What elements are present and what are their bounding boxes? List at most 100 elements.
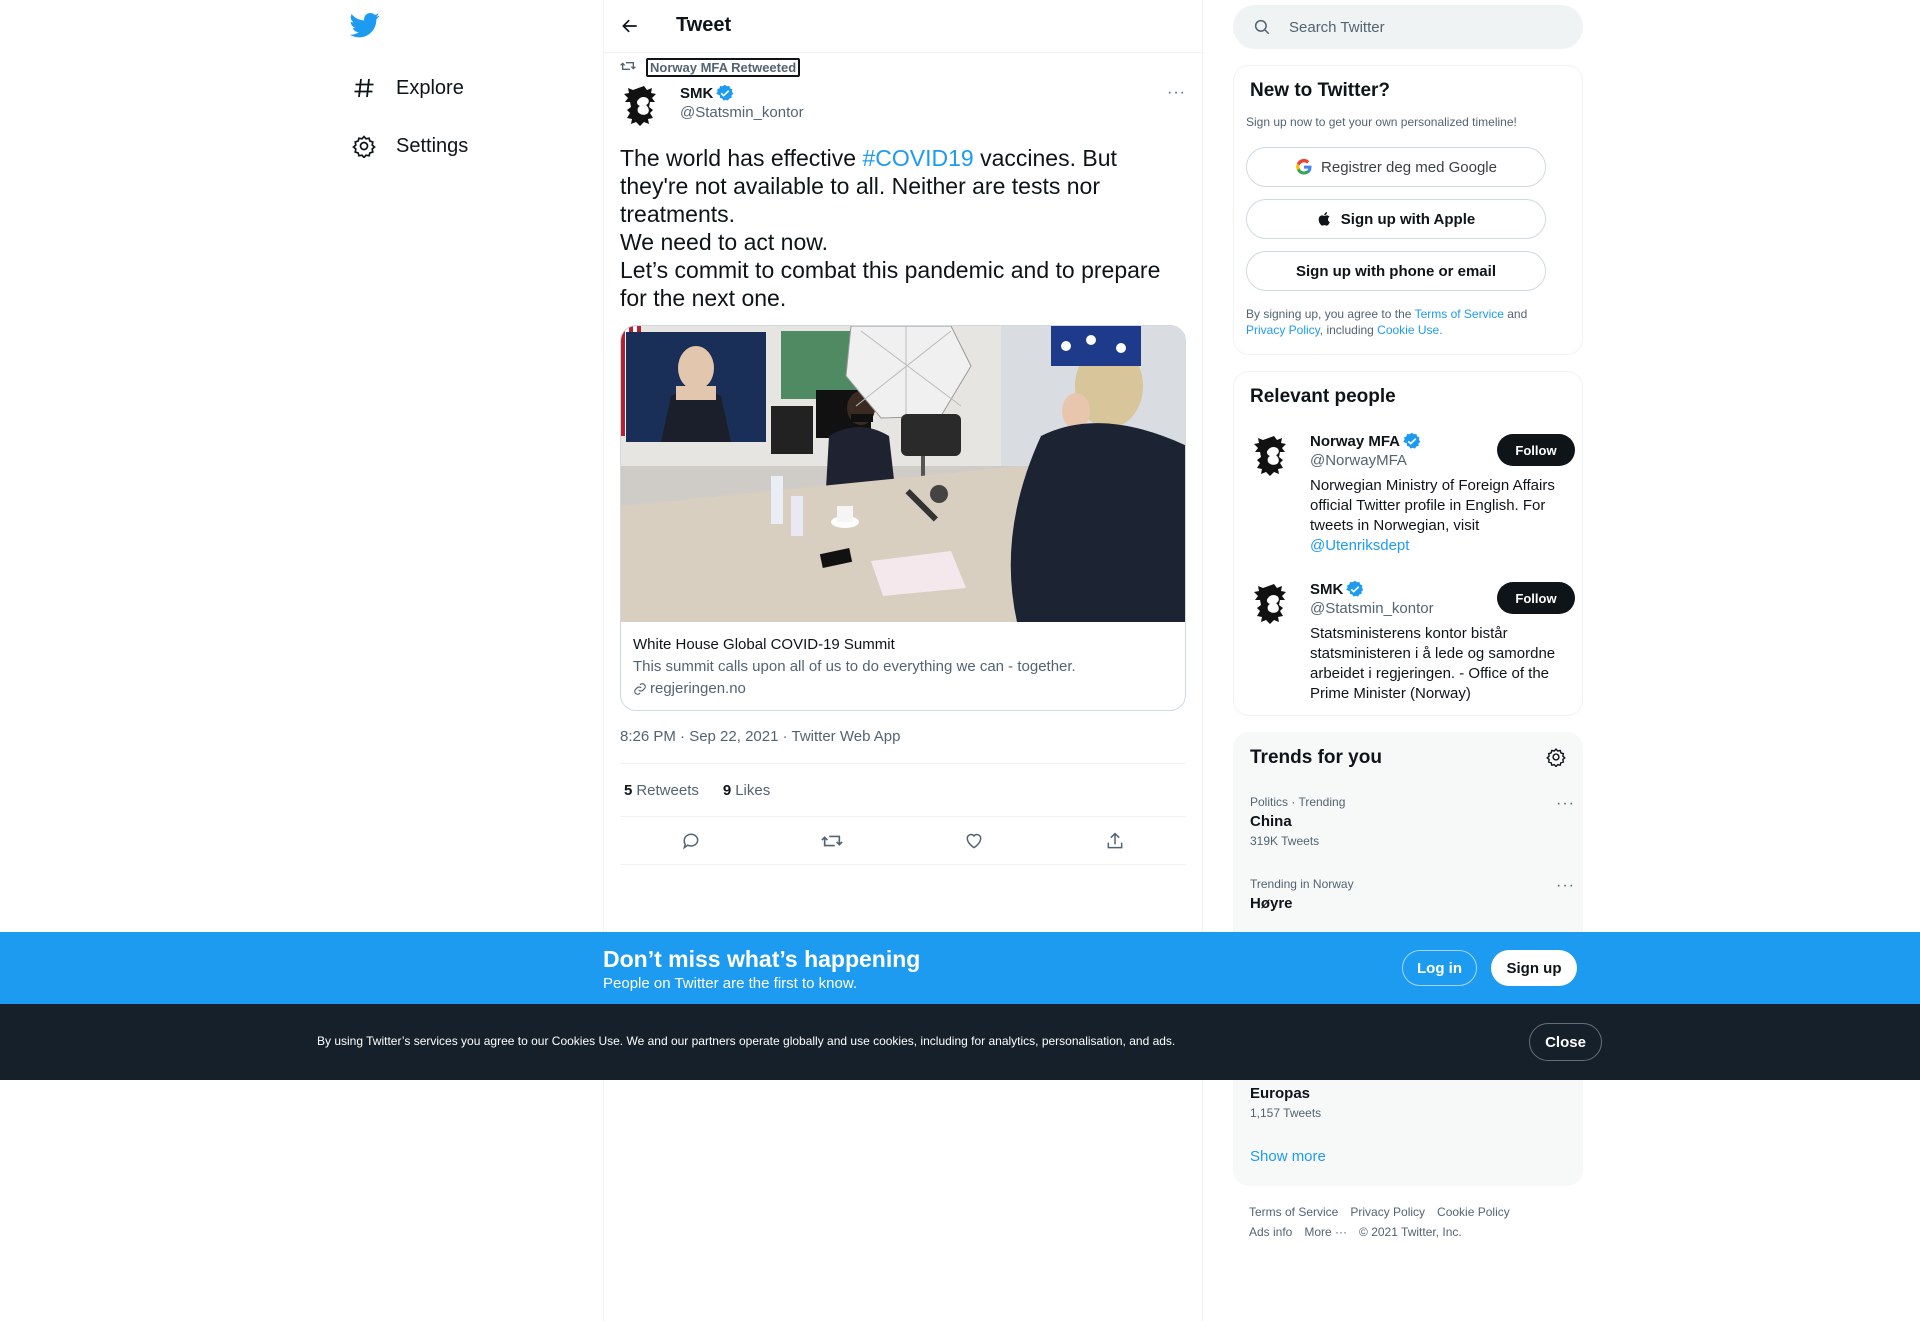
login-button[interactable]: Log in (1402, 950, 1477, 986)
phone-email-signup-button[interactable]: Sign up with phone or email (1246, 251, 1546, 291)
person-name-text: Norway MFA (1310, 432, 1401, 450)
follow-button[interactable]: Follow (1497, 582, 1575, 614)
terms-of-service-link[interactable]: Terms of Service (1415, 307, 1504, 321)
back-arrow-icon[interactable] (616, 12, 644, 40)
copyright-text: © 2021 Twitter, Inc. (1359, 1225, 1462, 1239)
footer-link[interactable]: Ads info (1249, 1222, 1292, 1242)
signup-prompt-subtitle: People on Twitter are the first to know. (603, 975, 858, 992)
signup-prompt-bar: Don’t miss what’s happening People on Tw… (0, 932, 1920, 1004)
privacy-policy-link[interactable]: Privacy Policy (1246, 323, 1320, 337)
signup-button[interactable]: Sign up (1491, 950, 1577, 986)
twitter-bird-icon[interactable] (349, 10, 382, 42)
hashtag-icon (350, 74, 378, 102)
apple-signup-button[interactable]: Sign up with Apple (1246, 199, 1546, 239)
card-domain-text: regjeringen.no (650, 680, 746, 697)
retweets-stat[interactable]: 5 Retweets (624, 782, 699, 799)
page-title: Tweet (676, 14, 732, 36)
tweet-text-line: We need to act now. (620, 229, 828, 255)
person-name[interactable]: SMK (1310, 580, 1364, 598)
footer-link[interactable]: Privacy Policy (1350, 1202, 1425, 1222)
nav-item-explore[interactable]: Explore (350, 68, 464, 108)
apple-signup-label: Sign up with Apple (1340, 210, 1476, 228)
tweet-text-line: Let’s commit to combat this pandemic and… (620, 257, 1161, 311)
author-handle[interactable]: @Statsmin_kontor (680, 104, 804, 121)
likes-stat[interactable]: 9 Likes (723, 782, 770, 799)
like-heart-icon[interactable] (957, 824, 991, 858)
panel-title: Relevant people (1250, 386, 1396, 407)
legal-text: , including (1319, 323, 1378, 337)
trend-item[interactable]: Politics · Trending China 319K Tweets ··… (1250, 795, 1575, 848)
trend-item[interactable]: Trending in Norway Høyre ··· (1250, 877, 1575, 912)
retweeted-by-link[interactable]: Norway MFA Retweeted (646, 58, 801, 77)
share-icon[interactable] (1098, 824, 1132, 858)
bio-mention-link[interactable]: @Utenriksdept (1310, 537, 1409, 554)
retweet-context: Norway MFA Retweeted (620, 58, 801, 77)
reply-icon[interactable] (674, 824, 708, 858)
show-more-link[interactable]: Show more (1250, 1148, 1326, 1165)
card-domain: regjeringen.no (633, 680, 746, 697)
cookie-text: By using Twitter’s services you agree to… (317, 1034, 1176, 1048)
relevant-people-panel: Relevant people Norway MFA @NorwayMFA No… (1233, 371, 1583, 716)
trend-name: Europas (1250, 1085, 1311, 1102)
nav-item-label: Settings (396, 134, 469, 157)
google-logo-icon (1295, 158, 1313, 176)
trend-item[interactable]: Europas 1,157 Tweets (1250, 1081, 1575, 1120)
norway-lion-icon (1254, 584, 1286, 624)
follow-button[interactable]: Follow (1497, 434, 1575, 466)
more-options-icon[interactable]: ··· (1556, 795, 1575, 813)
person-card[interactable]: SMK @Statsmin_kontor Statsministerens ko… (1250, 580, 1575, 710)
footer-link[interactable]: Terms of Service (1249, 1202, 1338, 1222)
trend-context: Trending in Norway (1250, 877, 1354, 891)
verified-badge-icon (1403, 432, 1421, 450)
nav-item-label: Explore (396, 76, 464, 99)
more-options-icon[interactable]: ··· (1556, 877, 1575, 895)
person-name[interactable]: Norway MFA (1310, 432, 1421, 450)
retweet-icon[interactable] (815, 824, 849, 858)
cookie-use-link[interactable]: Cookie Use. (1377, 323, 1442, 337)
new-to-twitter-panel: New to Twitter? Sign up now to get your … (1233, 65, 1583, 355)
tweet-text-part: The world has effective (620, 145, 863, 171)
link-icon (633, 682, 647, 696)
close-button[interactable]: Close (1529, 1023, 1602, 1061)
panel-title: New to Twitter? (1250, 80, 1391, 101)
trend-name: China (1250, 813, 1292, 830)
author-name[interactable]: SMK (680, 84, 734, 102)
apple-logo-icon (1317, 210, 1333, 228)
retweets-label: Retweets (636, 781, 699, 799)
avatar[interactable] (1250, 580, 1298, 628)
nav-item-settings[interactable]: Settings (350, 126, 468, 166)
search-bar[interactable] (1233, 5, 1583, 49)
norway-lion-icon (1254, 436, 1286, 476)
person-handle[interactable]: @NorwayMFA (1310, 452, 1407, 469)
trend-context: Politics · Trending (1250, 795, 1346, 809)
person-bio: Statsministerens kontor bistår statsmini… (1310, 625, 1556, 702)
search-input[interactable] (1289, 18, 1539, 36)
author-name-text: SMK (680, 84, 714, 102)
legal-text: By signing up, you agree to the (1246, 307, 1415, 321)
avatar[interactable] (620, 82, 668, 130)
footer-link[interactable]: Cookie Policy (1437, 1202, 1510, 1222)
tweet-actions (620, 817, 1186, 865)
avatar[interactable] (1250, 432, 1298, 480)
norway-lion-icon (624, 86, 656, 126)
tweet-timestamp[interactable]: 8:26 PM · Sep 22, 2021 · Twitter Web App (620, 728, 900, 745)
card-description: This summit calls upon all of us to do e… (633, 658, 1076, 675)
main-column: Tweet Norway MFA Retweeted SMK @Statsmin… (603, 0, 1204, 1321)
person-handle[interactable]: @Statsmin_kontor (1310, 600, 1434, 617)
gear-icon[interactable] (1546, 747, 1566, 767)
person-card[interactable]: Norway MFA @NorwayMFA Norwegian Ministry… (1250, 432, 1575, 562)
more-options-icon[interactable]: ··· (1167, 84, 1186, 102)
footer-more-link[interactable]: More ··· (1304, 1222, 1347, 1242)
likes-label: Likes (735, 781, 771, 799)
trend-count: 319K Tweets (1250, 834, 1320, 848)
signup-prompt-title: Don’t miss what’s happening (603, 946, 921, 972)
likes-count: 9 (722, 781, 732, 799)
hashtag-link[interactable]: #COVID19 (862, 145, 973, 171)
phone-email-signup-label: Sign up with phone or email (1295, 262, 1496, 280)
person-bio-text: Norwegian Ministry of Foreign Affairs of… (1310, 477, 1555, 534)
card-title: White House Global COVID-19 Summit (633, 636, 895, 653)
link-card[interactable]: White House Global COVID-19 Summit This … (620, 325, 1186, 711)
trend-name: Høyre (1250, 895, 1293, 912)
google-signup-button[interactable]: Registrer deg med Google (1246, 147, 1546, 187)
main-header: Tweet (604, 0, 1204, 53)
